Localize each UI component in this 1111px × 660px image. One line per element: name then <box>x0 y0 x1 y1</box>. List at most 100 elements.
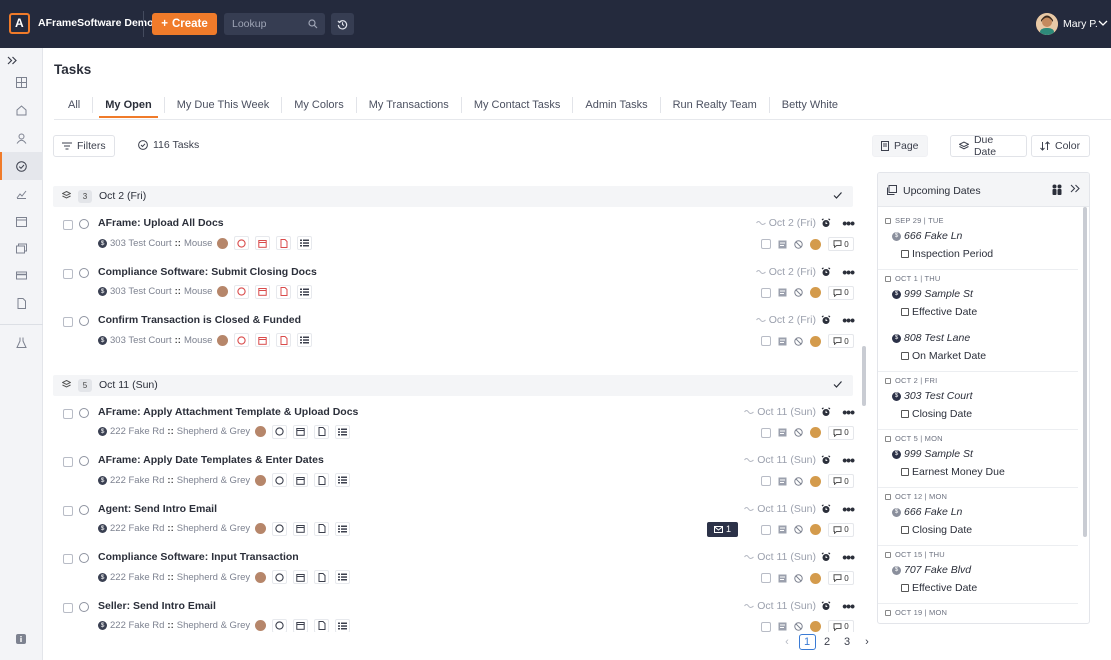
task-row[interactable]: AFrame: Apply Date Templates & Enter Dat… <box>53 446 856 494</box>
assignee-avatar[interactable] <box>217 286 229 297</box>
more-options-icon[interactable]: ••• <box>842 404 855 420</box>
task-row[interactable]: Compliance Software: Submit Closing Docs… <box>53 258 856 306</box>
tab-my-transactions[interactable]: My Transactions <box>357 97 462 113</box>
tab-my-contact-tasks[interactable]: My Contact Tasks <box>462 97 574 113</box>
task-property[interactable]: 303 Test Court <box>110 286 172 297</box>
upcoming-event[interactable]: Effective Date <box>901 582 977 594</box>
user-avatar[interactable] <box>1036 13 1058 35</box>
comments-button[interactable]: 0 <box>828 474 854 488</box>
calendar-icon[interactable] <box>14 214 28 228</box>
more-options-icon[interactable]: ••• <box>842 549 855 565</box>
checklist-icon[interactable] <box>335 618 351 632</box>
calendar-icon[interactable] <box>293 424 309 439</box>
block-icon[interactable] <box>794 622 803 631</box>
email-badge[interactable]: 1 <box>707 521 738 537</box>
expand-icon[interactable] <box>5 53 19 67</box>
alarm-icon[interactable] <box>821 455 831 465</box>
task-property[interactable]: 222 Fake Rd <box>110 523 164 534</box>
comments-button[interactable]: 0 <box>828 285 854 300</box>
lab-icon[interactable] <box>14 335 28 349</box>
calendar-icon[interactable] <box>255 333 271 347</box>
more-options-icon[interactable]: ••• <box>842 264 855 280</box>
checklist-icon[interactable] <box>297 284 313 299</box>
alarm-icon[interactable] <box>821 503 831 514</box>
task-due-date[interactable]: Oct 11 (Sun) <box>744 551 816 563</box>
task-title[interactable]: AFrame: Apply Attachment Template & Uplo… <box>98 406 358 418</box>
task-select-checkbox[interactable] <box>63 602 73 613</box>
comments-button[interactable]: 0 <box>828 522 854 537</box>
assignee-avatar[interactable] <box>217 334 229 346</box>
task-complete-toggle[interactable] <box>79 407 89 418</box>
task-flag-checkbox[interactable] <box>761 476 771 486</box>
task-flag-checkbox[interactable] <box>761 524 771 535</box>
color-sort-button[interactable]: Color <box>1031 135 1090 157</box>
task-complete-toggle[interactable] <box>79 267 89 278</box>
prev-page-icon[interactable]: ‹ <box>779 634 796 650</box>
task-complete-toggle[interactable] <box>79 504 89 515</box>
task-complete-toggle[interactable] <box>79 553 89 563</box>
upcoming-event[interactable]: On Market Date <box>901 350 986 362</box>
task-due-date[interactable]: Oct 11 (Sun) <box>744 600 816 612</box>
note-icon[interactable] <box>778 622 787 631</box>
checklist-icon[interactable] <box>335 570 351 584</box>
upcoming-property[interactable]: $303 Test Court <box>892 390 973 402</box>
tab-betty-white[interactable]: Betty White <box>770 97 850 113</box>
upcoming-event[interactable]: Closing Date <box>901 408 972 420</box>
task-property[interactable]: 303 Test Court <box>110 335 172 346</box>
task-contact[interactable]: Shepherd & Grey <box>177 523 250 534</box>
task-row[interactable]: Compliance Software: Input Transaction $2… <box>53 543 856 591</box>
document-icon[interactable] <box>276 284 292 299</box>
create-button[interactable]: + Create <box>152 13 217 35</box>
task-contact[interactable]: Mouse <box>184 238 213 249</box>
billing-icon[interactable] <box>14 268 28 282</box>
task-complete-toggle[interactable] <box>79 219 89 229</box>
document-icon[interactable] <box>314 424 330 439</box>
document-icon[interactable] <box>314 570 330 584</box>
task-due-date[interactable]: Oct 2 (Fri) <box>755 217 816 229</box>
task-title[interactable]: Compliance Software: Input Transaction <box>98 551 299 563</box>
tab-my-due-this-week[interactable]: My Due This Week <box>165 97 283 113</box>
document-icon[interactable] <box>314 618 330 632</box>
owner-avatar[interactable] <box>810 524 821 535</box>
task-contact[interactable]: Mouse <box>184 286 213 297</box>
task-title[interactable]: Seller: Send Intro Email <box>98 600 216 612</box>
upcoming-property[interactable]: $666 Fake Ln <box>892 506 962 518</box>
task-contact[interactable]: Shepherd & Grey <box>177 620 250 631</box>
task-flag-checkbox[interactable] <box>761 621 771 632</box>
info-icon[interactable] <box>14 632 28 646</box>
task-due-date[interactable]: Oct 11 (Sun) <box>744 406 816 418</box>
task-row[interactable]: AFrame: Upload All Docs $303 Test Court::… <box>53 209 856 257</box>
status-icon[interactable] <box>234 284 250 299</box>
task-due-date[interactable]: Oct 2 (Fri) <box>755 266 816 278</box>
tab-admin-tasks[interactable]: Admin Tasks <box>573 97 661 113</box>
task-list-scrollbar[interactable] <box>861 196 867 626</box>
tab-my-colors[interactable]: My Colors <box>282 97 357 113</box>
comments-button[interactable]: 0 <box>828 571 854 585</box>
double-chevron-right-icon[interactable] <box>1070 184 1080 193</box>
scrollbar-thumb[interactable] <box>862 346 866 406</box>
home-icon[interactable] <box>14 103 28 117</box>
history-button[interactable] <box>331 13 354 35</box>
calendar-icon[interactable] <box>255 236 271 250</box>
task-row[interactable]: Confirm Transaction is Closed & Funded $3… <box>53 306 856 354</box>
task-property[interactable]: 222 Fake Rd <box>110 426 164 437</box>
note-icon[interactable] <box>778 288 787 297</box>
status-icon[interactable] <box>234 236 250 250</box>
task-property[interactable]: 303 Test Court <box>110 238 172 249</box>
checklist-icon[interactable] <box>335 473 351 487</box>
alarm-icon[interactable] <box>821 552 831 562</box>
status-icon[interactable] <box>272 521 288 536</box>
upcoming-event[interactable]: Earnest Money Due <box>901 466 1005 478</box>
owner-avatar[interactable] <box>810 572 821 584</box>
document-icon[interactable] <box>314 473 330 487</box>
alarm-icon[interactable] <box>821 315 831 325</box>
transactions-icon[interactable] <box>14 241 28 255</box>
comments-button[interactable]: 0 <box>828 237 854 251</box>
more-options-icon[interactable]: ••• <box>842 452 855 468</box>
note-icon[interactable] <box>778 240 787 249</box>
task-select-checkbox[interactable] <box>63 505 73 516</box>
more-options-icon[interactable]: ••• <box>842 215 855 231</box>
reports-icon[interactable] <box>14 186 28 200</box>
block-icon[interactable] <box>794 428 803 437</box>
assignee-avatar[interactable] <box>217 237 229 249</box>
